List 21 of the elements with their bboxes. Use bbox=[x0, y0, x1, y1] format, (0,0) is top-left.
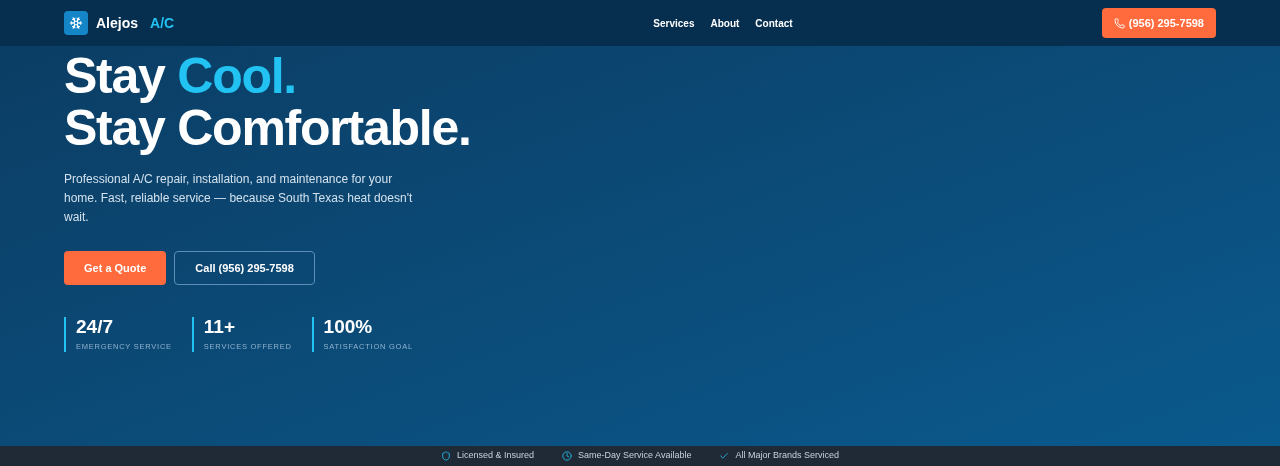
stat-value: 11+ bbox=[203, 317, 237, 337]
shield-icon bbox=[441, 451, 451, 461]
snowflake-logo-icon bbox=[64, 11, 88, 35]
nav-link[interactable]: About bbox=[710, 15, 740, 31]
check-icon bbox=[719, 451, 730, 461]
stat-value: 24/7 bbox=[76, 317, 114, 337]
headline-line: Stay Comfortable. bbox=[64, 102, 472, 154]
call-button[interactable]: Call (956) 295-7598 bbox=[174, 251, 315, 285]
clock-icon bbox=[562, 451, 573, 461]
headline-word: Stay bbox=[64, 48, 165, 104]
stat-value: 100% bbox=[323, 317, 374, 337]
headline-accent: Cool. bbox=[177, 48, 296, 104]
trust-item-label: Licensed & Insured bbox=[457, 449, 535, 463]
trust-item-label: Same-Day Service Available bbox=[578, 449, 692, 463]
nav-link[interactable]: Services bbox=[653, 15, 695, 31]
logo-suffix: A/C bbox=[150, 14, 175, 33]
phone-icon bbox=[1113, 17, 1125, 29]
nav-link[interactable]: Contact bbox=[755, 15, 793, 31]
hero-description: Professional A/C repair, installation, and maintenance for your home. Fast, reliable service — because South Texas heat doesn't wait. bbox=[64, 171, 414, 226]
trust-item-label: All Major Brands Serviced bbox=[735, 449, 839, 463]
logo-name: Alejos bbox=[96, 14, 138, 33]
